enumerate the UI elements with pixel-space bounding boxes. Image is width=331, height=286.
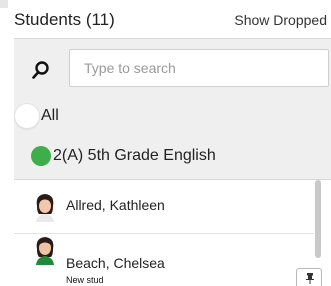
student-status-note: New stud: [66, 275, 104, 285]
filter-all-label: All: [41, 107, 59, 124]
pin-icon: [306, 273, 314, 284]
students-title: Students (11): [14, 10, 115, 29]
student-row[interactable]: Beach, Chelsea New stud: [14, 235, 314, 285]
list-scrollbar[interactable]: [315, 180, 321, 258]
student-avatar: [36, 237, 54, 265]
students-header: Students (11) Show Dropped: [0, 0, 331, 38]
corner-button[interactable]: [296, 268, 322, 286]
filter-all[interactable]: All: [14, 103, 59, 129]
filter-class-2a-5th-grade-english[interactable]: 2(A) 5th Grade English: [14, 143, 216, 169]
search-icon[interactable]: [31, 60, 51, 80]
show-dropped-button[interactable]: Show Dropped: [234, 12, 327, 28]
student-avatar: [36, 194, 54, 222]
all-radio[interactable]: [14, 103, 40, 129]
student-row[interactable]: Allred, Kathleen: [14, 178, 314, 234]
filter-panel: All 2(A) 5th Grade English: [14, 38, 331, 180]
filter-class-label: 2(A) 5th Grade English: [53, 147, 216, 164]
search-input[interactable]: [69, 49, 329, 87]
student-list: Allred, Kathleen Beach, Chelsea New stud: [14, 178, 331, 285]
student-name: Beach, Chelsea: [66, 255, 165, 271]
class-radio-selected[interactable]: [31, 146, 51, 166]
student-name: Allred, Kathleen: [66, 197, 165, 213]
